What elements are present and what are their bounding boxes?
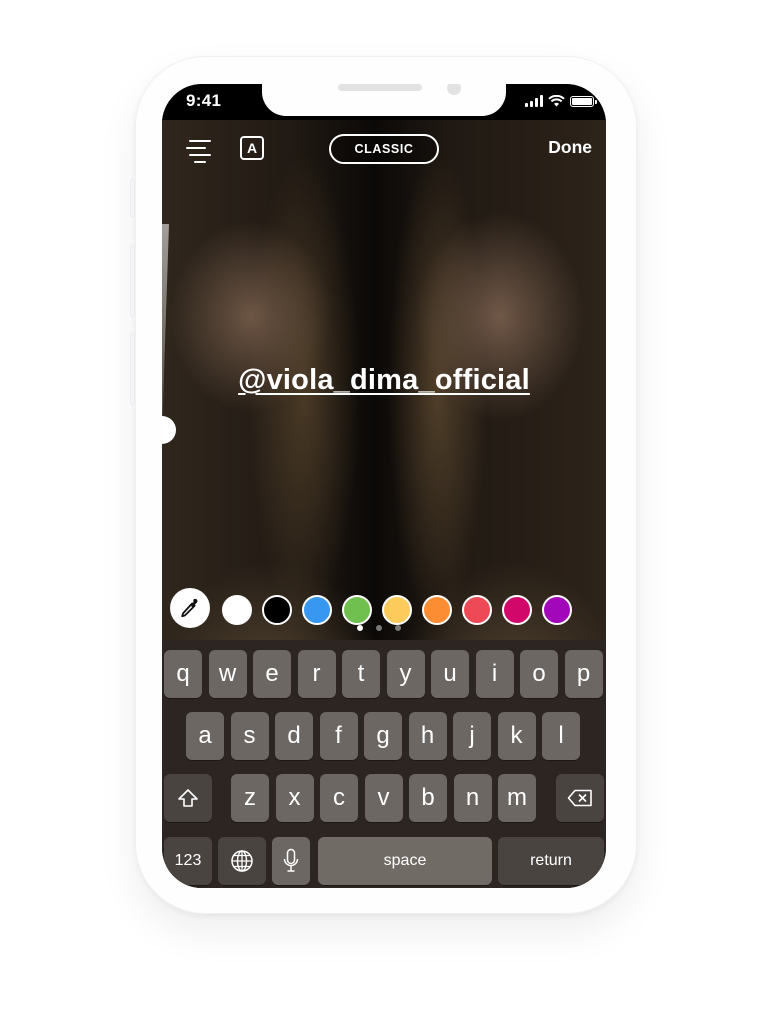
key-a[interactable]: a: [186, 712, 224, 760]
color-swatch[interactable]: [542, 595, 572, 625]
silent-switch: [131, 180, 134, 216]
story-photo: [162, 112, 606, 732]
font-style-button[interactable]: CLASSIC: [329, 134, 439, 164]
page-dot: [357, 625, 363, 631]
palette-page-indicator: [357, 625, 401, 631]
eyedropper-icon: [181, 598, 198, 618]
key-e[interactable]: e: [253, 650, 291, 698]
text-align-center-icon[interactable]: [186, 138, 216, 164]
eyedropper-button[interactable]: [170, 588, 210, 628]
done-button[interactable]: Done: [548, 137, 592, 158]
key-h[interactable]: h: [408, 712, 447, 760]
text-editor-toolbar: A CLASSIC Done: [162, 132, 606, 168]
key-u[interactable]: u: [431, 650, 469, 698]
wifi-icon: [548, 95, 565, 107]
color-swatch[interactable]: [462, 595, 492, 625]
key-y[interactable]: y: [386, 650, 425, 698]
color-swatch[interactable]: [422, 595, 452, 625]
microphone-icon: [283, 848, 299, 872]
color-swatch[interactable]: [262, 595, 292, 625]
mention-sticker-text[interactable]: @viola_dima_official: [162, 364, 606, 397]
key-t[interactable]: t: [342, 650, 380, 698]
color-swatch[interactable]: [222, 595, 252, 625]
key-q[interactable]: q: [164, 650, 202, 698]
mention-text[interactable]: @viola_dima_official: [238, 364, 530, 396]
globe-key[interactable]: [218, 837, 266, 885]
color-swatch[interactable]: [342, 595, 372, 625]
color-palette: [170, 588, 600, 630]
key-n[interactable]: n: [453, 774, 492, 822]
key-k[interactable]: k: [497, 712, 536, 760]
key-d[interactable]: d: [275, 712, 313, 760]
key-j[interactable]: j: [453, 712, 491, 760]
key-v[interactable]: v: [364, 774, 403, 822]
volume-up-button: [131, 246, 134, 316]
page-dot: [376, 625, 382, 631]
battery-icon: [570, 96, 597, 107]
color-swatch[interactable]: [382, 595, 412, 625]
text-background-toggle-icon[interactable]: A: [240, 136, 264, 160]
shift-icon: [178, 789, 198, 807]
color-swatch[interactable]: [502, 595, 532, 625]
key-m[interactable]: m: [498, 774, 536, 822]
key-s[interactable]: s: [230, 712, 269, 760]
cellular-signal-icon: [525, 95, 543, 107]
globe-icon: [231, 850, 253, 872]
key-o[interactable]: o: [520, 650, 558, 698]
phone-screen: 9:41 A CLASSIC Done @viola_dima_official…: [162, 84, 606, 888]
key-z[interactable]: z: [231, 774, 269, 822]
status-time: 9:41: [186, 91, 222, 110]
key-l[interactable]: l: [542, 712, 580, 760]
key-b[interactable]: b: [409, 774, 447, 822]
key-g[interactable]: g: [364, 712, 402, 760]
color-swatch[interactable]: [302, 595, 332, 625]
return-key[interactable]: return: [498, 837, 604, 885]
key-p[interactable]: p: [564, 650, 603, 698]
key-r[interactable]: r: [297, 650, 336, 698]
speaker-grille: [338, 84, 422, 91]
key-i[interactable]: i: [475, 650, 514, 698]
shift-key[interactable]: [164, 774, 212, 822]
dictation-key[interactable]: [272, 837, 310, 885]
backspace-icon: [567, 789, 592, 807]
key-c[interactable]: c: [320, 774, 358, 822]
key-f[interactable]: f: [319, 712, 358, 760]
volume-down-button: [131, 334, 134, 404]
numbers-key[interactable]: 123: [164, 837, 212, 885]
delete-key[interactable]: [556, 774, 604, 822]
keyboard: qwertyuiop asdfghjkl zxcvbnm 123 space r…: [162, 640, 606, 888]
front-camera: [447, 84, 461, 95]
page-dot: [395, 625, 401, 631]
key-w[interactable]: w: [208, 650, 247, 698]
key-x[interactable]: x: [275, 774, 314, 822]
space-key[interactable]: space: [318, 837, 492, 885]
notch: [262, 84, 506, 116]
